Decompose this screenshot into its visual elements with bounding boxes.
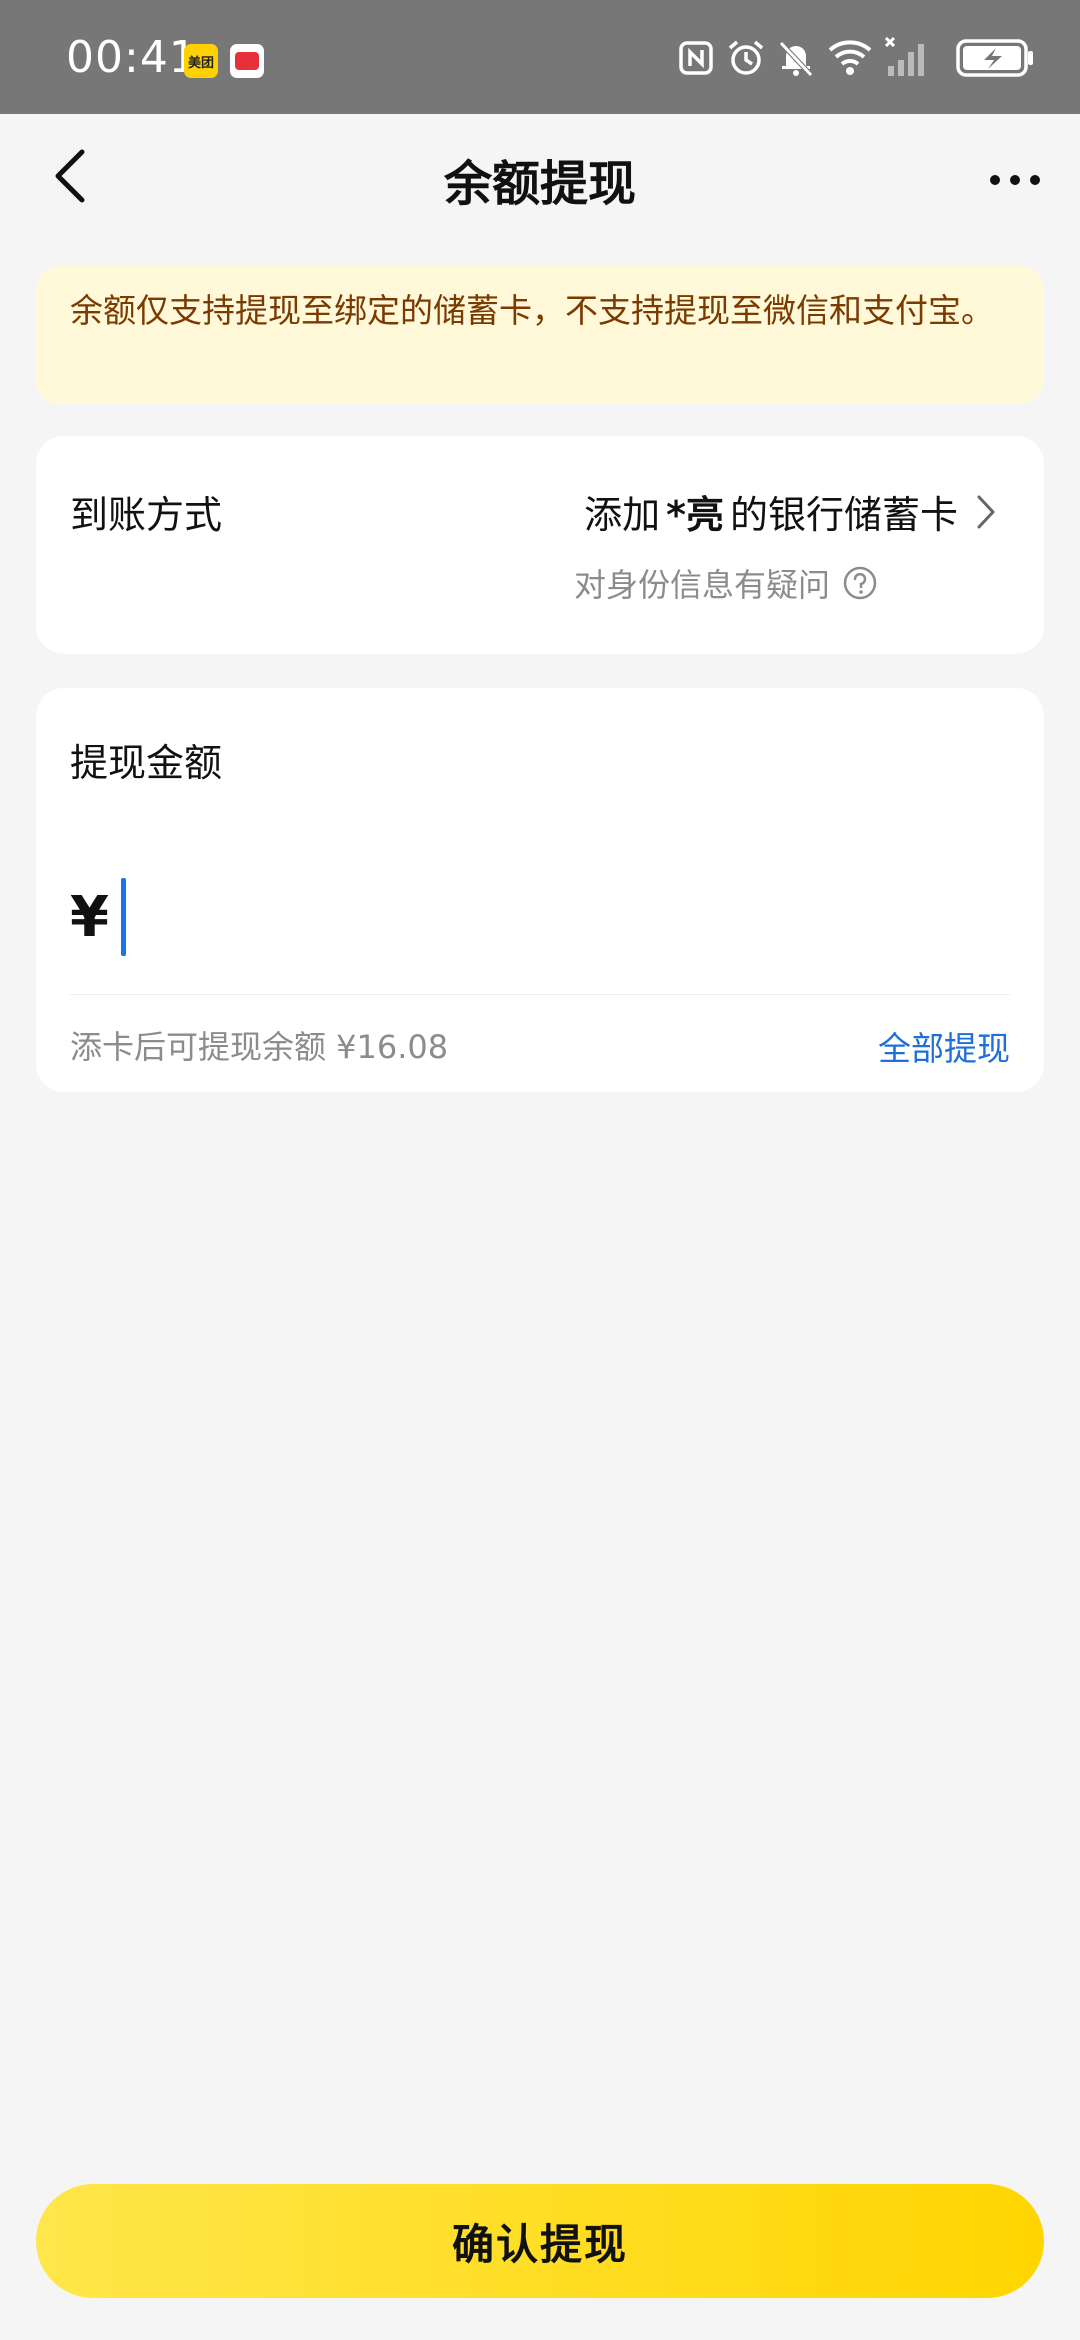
status-time: 00:41 bbox=[66, 32, 198, 83]
divider bbox=[70, 994, 1010, 995]
alarm-icon bbox=[728, 40, 764, 75]
battery-charging-icon bbox=[956, 39, 1033, 77]
payout-method-label: 到账方式 bbox=[70, 493, 223, 537]
notice-banner: 余额仅支持提现至绑定的储蓄卡，不支持提现至微信和支付宝。 bbox=[36, 266, 1044, 404]
red-app-icon bbox=[230, 44, 264, 78]
add-bank-card-button[interactable]: 添加 *亮 的银行储蓄卡 bbox=[584, 484, 998, 539]
status-bar: 00:41 美团 bbox=[0, 0, 1080, 114]
identity-question-text: 对身份信息有疑问 bbox=[573, 566, 830, 604]
meituan-app-icon: 美团 bbox=[184, 44, 218, 78]
withdraw-amount-label: 提现金额 bbox=[70, 741, 223, 785]
amount-input[interactable] bbox=[150, 872, 1010, 962]
status-icons bbox=[660, 0, 1080, 114]
signal-icon bbox=[884, 36, 924, 76]
page-title: 余额提现 bbox=[443, 156, 636, 212]
nav-bar: 余额提现 bbox=[0, 114, 1080, 238]
available-balance-text: 添卡后可提现余额 ¥16.08 bbox=[70, 1028, 449, 1066]
text-caret bbox=[120, 878, 126, 956]
withdraw-all-link[interactable]: 全部提现 bbox=[878, 1022, 1010, 1070]
identity-question-link[interactable]: 对身份信息有疑问 bbox=[574, 560, 878, 606]
withdraw-amount-card: 提现金额 ¥ 添卡后可提现余额 ¥16.08 全部提现 bbox=[36, 688, 1044, 1092]
nfc-icon bbox=[679, 41, 713, 75]
more-button[interactable] bbox=[980, 150, 1050, 210]
amount-input-row: ¥ bbox=[70, 872, 1010, 962]
add-card-prefix: 添加 bbox=[584, 493, 661, 537]
add-card-suffix: 的银行储蓄卡 bbox=[729, 493, 958, 537]
currency-symbol: ¥ bbox=[70, 884, 109, 950]
confirm-withdraw-button[interactable]: 确认提现 bbox=[36, 2184, 1044, 2298]
payout-method-card: 到账方式 添加 *亮 的银行储蓄卡 对身份信息有疑问 bbox=[36, 436, 1044, 654]
chevron-right-icon bbox=[974, 493, 998, 531]
more-dots-icon bbox=[990, 175, 1040, 185]
muted-bell-icon bbox=[779, 41, 813, 77]
help-circle-icon bbox=[842, 565, 878, 601]
wifi-icon bbox=[828, 40, 872, 75]
account-holder-name: *亮 bbox=[666, 493, 724, 537]
